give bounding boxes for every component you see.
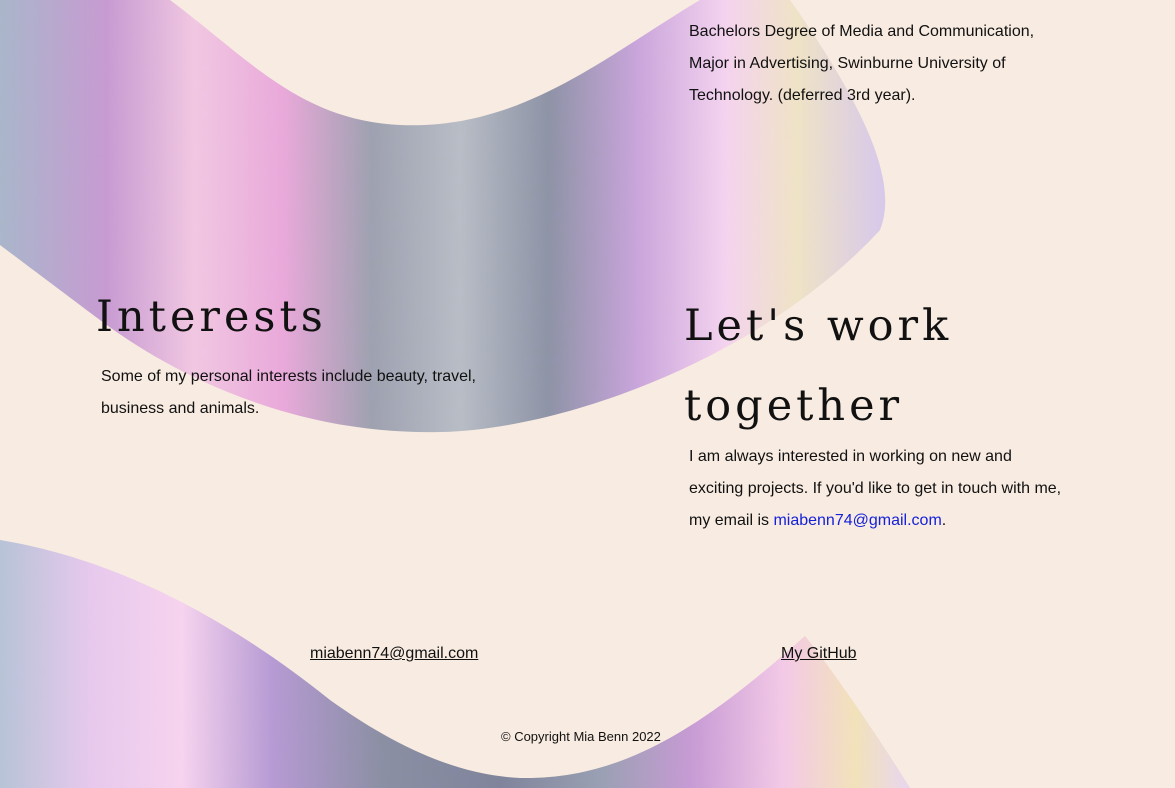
copyright-notice: © Copyright Mia Benn 2022 <box>501 729 661 744</box>
education-description: Bachelors Degree of Media and Communicat… <box>689 23 1035 104</box>
work-description: I am always interested in working on new… <box>689 441 1069 537</box>
interests-heading: Interests <box>96 292 327 342</box>
page-content: Bachelors Degree of Media and Communicat… <box>0 0 1175 788</box>
footer-email-link[interactable]: miabenn74@gmail.com <box>310 643 478 665</box>
footer-github-link[interactable]: My GitHub <box>781 643 857 665</box>
interests-description: Some of my personal interests include be… <box>101 368 476 417</box>
email-inline-link[interactable]: miabenn74@gmail.com <box>773 512 941 529</box>
lets-work-together-heading: Let's work together <box>684 301 953 431</box>
work-description-period: . <box>941 512 947 529</box>
